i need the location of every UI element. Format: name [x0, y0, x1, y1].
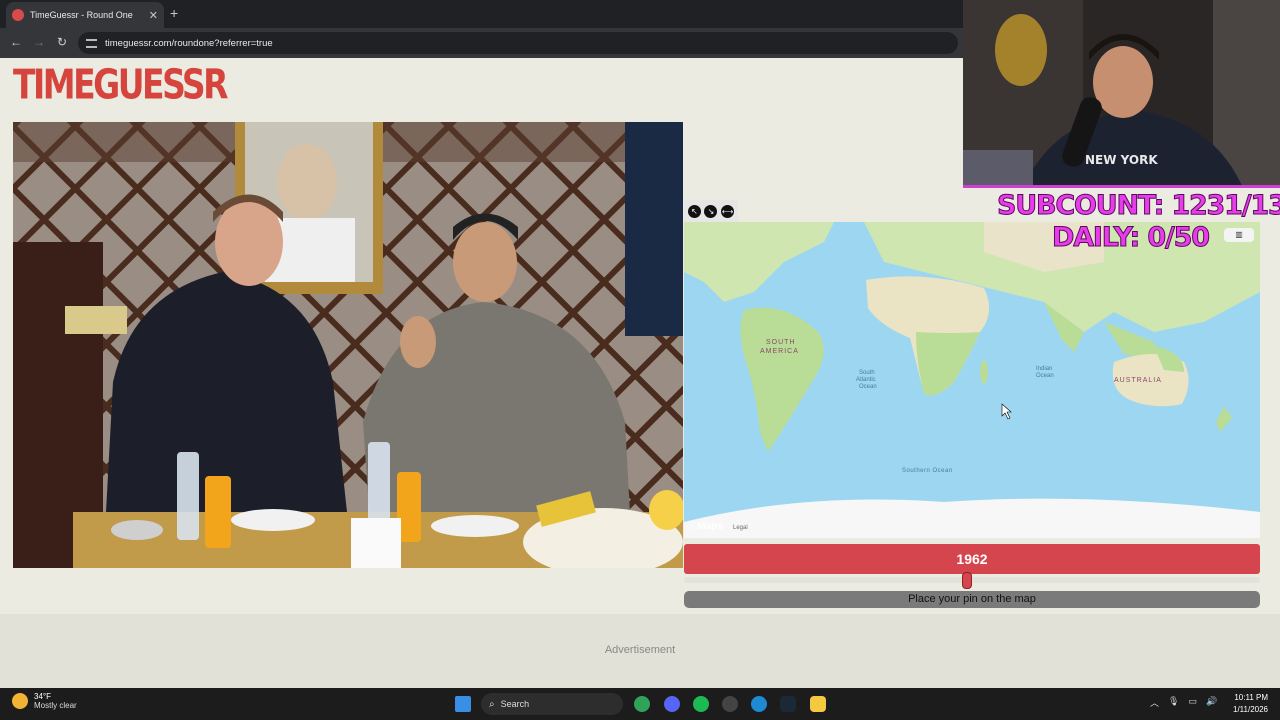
- clock-date: 1/11/2026: [1233, 705, 1268, 714]
- file-explorer-icon[interactable]: [810, 696, 826, 712]
- maps-legal-link[interactable]: Legal: [733, 525, 748, 531]
- clock-time: 10:11 PM: [1234, 693, 1268, 702]
- edge-icon[interactable]: [751, 696, 767, 712]
- taskbar-search[interactable]: ⌕ Search: [481, 693, 623, 715]
- world-map[interactable]: SOUTH AMERICA South Atlantic Ocean India…: [684, 222, 1260, 538]
- chrome-icon[interactable]: [634, 696, 650, 712]
- apple-maps-logo: Maps: [690, 521, 723, 532]
- taskbar: 34°F Mostly clear ⌕ Search ︿ 🎙 ▭ 🔊 10:11…: [0, 688, 1280, 720]
- year-slider-thumb[interactable]: [962, 572, 972, 589]
- start-icon[interactable]: [455, 696, 471, 712]
- system-tray: ︿ 🎙 ▭ 🔊: [1150, 696, 1217, 709]
- search-icon: ⌕: [489, 698, 495, 710]
- advertisement-area: Advertisement: [0, 614, 1280, 688]
- map-toolbar: ↖ ↘ ⟷: [684, 200, 738, 222]
- photo-scene: [13, 122, 683, 568]
- back-icon[interactable]: ←: [10, 35, 22, 49]
- label-southern-ocean: Southern Ocean: [902, 468, 953, 474]
- weather-widget[interactable]: 34°F Mostly clear: [12, 692, 77, 710]
- daily-overlay: DAILY: 0/50: [1052, 222, 1211, 254]
- new-tab-icon[interactable]: +: [170, 5, 178, 21]
- weather-temp: 34°F: [34, 692, 51, 701]
- map-canvas[interactable]: SOUTH AMERICA South Atlantic Ocean India…: [684, 222, 1260, 538]
- weather-icon: [12, 693, 28, 709]
- label-south-atlantic-3: Ocean: [859, 384, 877, 390]
- show-hidden-icons-icon[interactable]: ︿: [1150, 696, 1159, 709]
- place-pin-button[interactable]: Place your pin on the map: [684, 591, 1260, 608]
- maps-logo-text: Maps: [690, 521, 724, 532]
- tab-title: TimeGuessr - Round One: [30, 10, 133, 20]
- round-photo: [13, 122, 683, 568]
- map-layers-icon[interactable]: ▥: [1224, 228, 1254, 242]
- webcam-overlay: NEW YORK: [963, 0, 1280, 188]
- forward-icon[interactable]: →: [33, 35, 45, 49]
- label-south-atlantic-2: Atlantic: [856, 377, 876, 383]
- timeguessr-logo[interactable]: TIMEGUESSR: [13, 64, 229, 105]
- label-south-america-2: AMERICA: [760, 348, 799, 355]
- hoodie-print: NEW YORK: [1085, 153, 1158, 167]
- url-text: timeguessr.com/roundone?referrer=true: [105, 37, 273, 49]
- clock[interactable]: 10:11 PM 1/11/2026: [1233, 692, 1268, 716]
- expand-map-icon[interactable]: ↖: [687, 204, 701, 218]
- discord-icon[interactable]: [664, 696, 680, 712]
- shrink-map-icon[interactable]: ↘: [704, 204, 718, 218]
- label-south-america-1: SOUTH: [766, 339, 796, 346]
- tab-close-icon[interactable]: ✕: [149, 9, 158, 22]
- steam-icon[interactable]: [780, 696, 796, 712]
- search-label: Search: [500, 699, 530, 709]
- webcam-scene: NEW YORK: [963, 0, 1280, 185]
- weather-condition: Mostly clear: [34, 701, 77, 710]
- volume-icon[interactable]: 🔊: [1206, 696, 1217, 709]
- subcount-overlay: SUBCOUNT: 1231/1300: [997, 190, 1280, 222]
- year-display: 1962: [684, 544, 1260, 574]
- year-slider-track[interactable]: [684, 577, 1260, 583]
- site-favicon-icon: [12, 9, 24, 21]
- label-indian-ocean-1: Indian: [1036, 366, 1052, 372]
- label-south-atlantic-1: South: [859, 370, 875, 376]
- pin-map-icon[interactable]: ⟷: [721, 204, 735, 218]
- advertisement-label: Advertisement: [604, 644, 676, 656]
- browser-tab[interactable]: TimeGuessr - Round One ✕: [6, 2, 164, 28]
- address-bar[interactable]: timeguessr.com/roundone?referrer=true: [78, 32, 958, 54]
- app-icon[interactable]: [722, 696, 738, 712]
- reload-icon[interactable]: ↻: [57, 35, 67, 49]
- spotify-icon[interactable]: [693, 696, 709, 712]
- label-indian-ocean-2: Ocean: [1036, 373, 1054, 379]
- site-info-icon[interactable]: [86, 38, 97, 48]
- label-australia: AUSTRALIA: [1114, 377, 1162, 384]
- network-icon[interactable]: ▭: [1188, 696, 1197, 709]
- microphone-icon[interactable]: 🎙: [1168, 696, 1179, 709]
